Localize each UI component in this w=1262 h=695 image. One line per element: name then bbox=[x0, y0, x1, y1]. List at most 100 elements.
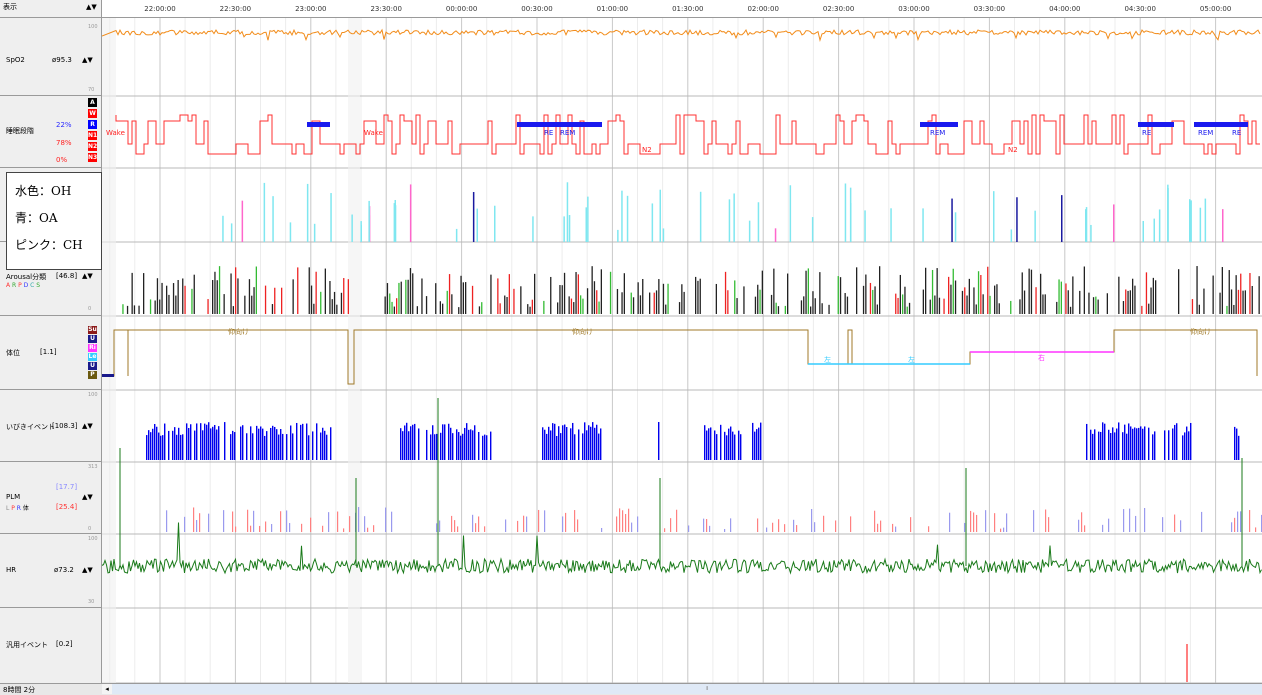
position-key-3: Le bbox=[88, 353, 97, 361]
arousal-bar bbox=[391, 301, 393, 314]
plm-bar bbox=[976, 514, 978, 532]
plm-bar bbox=[289, 523, 291, 532]
arousal-bar bbox=[177, 279, 179, 314]
arousal-bar bbox=[759, 289, 761, 314]
plm-scale-arrows[interactable]: ▲▼ bbox=[82, 493, 93, 501]
snore-event-bar bbox=[202, 430, 204, 460]
plm-value-bottom: [25.4] bbox=[56, 503, 78, 511]
scroll-thumb[interactable]: ⦀ bbox=[706, 686, 712, 692]
arousal-bar bbox=[904, 286, 906, 314]
arousal-bar bbox=[895, 293, 897, 314]
arousal-bar bbox=[961, 290, 964, 314]
plm-bar bbox=[637, 516, 639, 532]
snore-event-bar bbox=[280, 429, 282, 460]
time-tick-label: 03:00:00 bbox=[898, 5, 930, 13]
arousal-bar bbox=[223, 294, 225, 314]
respiratory-event-bar bbox=[476, 208, 478, 242]
arousal-bar bbox=[1042, 294, 1044, 314]
plm-bar bbox=[454, 520, 456, 532]
channel-sleep-stage-label[interactable]: 睡眠段階 22% 78% 0% A W R N1 N2 N3 bbox=[0, 96, 101, 168]
plm-bar bbox=[328, 512, 330, 532]
sleep-stage-pct-top: 22% bbox=[56, 121, 72, 129]
snore-event-bar bbox=[432, 425, 434, 460]
arousal-scale-arrows[interactable]: ▲▼ bbox=[82, 272, 93, 280]
snore-event-bar bbox=[412, 424, 414, 460]
snore-event-bar bbox=[436, 433, 438, 460]
arousal-bar bbox=[435, 283, 437, 314]
snore-event-bar bbox=[300, 424, 302, 460]
sleep-stage-key-a: A bbox=[88, 98, 97, 107]
arousal-bar bbox=[315, 271, 317, 314]
channel-plm-label[interactable]: 313 [17.7] PLM ▲▼ L P R 体 [25.4] 0 bbox=[0, 462, 101, 534]
plm-bar bbox=[337, 511, 339, 532]
arousal-bar bbox=[681, 284, 683, 314]
snore-event-bar bbox=[148, 430, 150, 460]
channel-position-label[interactable]: 体位 [1.1] Su U Ri Le U P bbox=[0, 316, 101, 390]
time-scrollbar[interactable]: ◂ ⦀ bbox=[102, 684, 1262, 694]
channel-snore-label[interactable]: 100 いびきイベント [108.3] ▲▼ bbox=[0, 390, 101, 462]
arousal-bar bbox=[506, 296, 508, 314]
snore-event-bar bbox=[596, 424, 598, 460]
snore-event-bar bbox=[566, 427, 568, 460]
snore-event-bar bbox=[450, 427, 452, 460]
respiratory-event-bar bbox=[954, 212, 957, 242]
arousal-bar bbox=[655, 290, 658, 314]
snore-event-bar bbox=[414, 423, 416, 460]
snore-event-bar bbox=[274, 426, 276, 460]
arousal-bar bbox=[1141, 305, 1143, 314]
snore-event-bar bbox=[152, 428, 154, 460]
arousal-bar bbox=[598, 301, 600, 314]
arousal-bar bbox=[235, 267, 237, 314]
plm-bar bbox=[994, 513, 996, 532]
snore-event-bar bbox=[1184, 432, 1186, 460]
legend-item-ch: ピンク：CH bbox=[15, 238, 83, 252]
plm-bar bbox=[778, 519, 780, 532]
hr-scale-arrows[interactable]: ▲▼ bbox=[82, 566, 93, 574]
snore-event-bar bbox=[758, 427, 760, 460]
channel-spo2-label[interactable]: 100 SpO2 ø95.3 ▲▼ 70 bbox=[0, 18, 101, 96]
snore-event-bar bbox=[286, 434, 288, 460]
channel-generic-event-label[interactable]: 汎用イベント [0.2] bbox=[0, 608, 101, 683]
snore-scale-arrows[interactable]: ▲▼ bbox=[82, 422, 93, 430]
arousal-bar bbox=[662, 283, 665, 314]
arousal-bar bbox=[230, 273, 232, 314]
arousal-bar bbox=[683, 291, 685, 314]
arousal-bar bbox=[559, 285, 561, 314]
time-axis: 22:00:00 22:30:00 23:00:00 23:30:00 00:00:00… bbox=[102, 0, 1262, 17]
respiratory-event-bar bbox=[1142, 220, 1144, 242]
plm-bar bbox=[796, 525, 798, 532]
position-annotation: 左 bbox=[908, 355, 915, 364]
plm-bar bbox=[1006, 513, 1008, 532]
respiratory-event-bar bbox=[733, 193, 735, 242]
snore-event-bar bbox=[464, 427, 466, 460]
snore-event-bar bbox=[726, 435, 728, 460]
respiratory-event-bar bbox=[241, 200, 244, 242]
sleep-stage-key-n2: N2 bbox=[88, 142, 98, 151]
plm-bar bbox=[625, 513, 627, 532]
arousal-bar bbox=[255, 266, 257, 314]
respiratory-event-bar bbox=[1085, 207, 1088, 242]
plm-bar bbox=[784, 524, 786, 532]
scroll-left-arrow-icon[interactable]: ◂ bbox=[102, 684, 112, 694]
hr-name: HR bbox=[6, 566, 17, 574]
snore-event-bar bbox=[554, 423, 556, 460]
spo2-scale-arrows[interactable]: ▲▼ bbox=[82, 56, 93, 64]
view-menu[interactable]: 表示 bbox=[3, 2, 17, 12]
arousal-bar bbox=[1152, 277, 1154, 314]
snore-event-bar bbox=[440, 432, 442, 460]
plm-bar bbox=[619, 508, 621, 532]
respiratory-event-bar bbox=[651, 203, 654, 242]
signal-plot-area[interactable]: Wake Wake RE REM N2 REM N2 RE REM RE 仰向け 仰向け左 左 右 仰向け bbox=[102, 18, 1262, 683]
arousal-bar bbox=[216, 280, 218, 314]
arousal-bar bbox=[478, 306, 481, 314]
channel-hr-label[interactable]: 100 HR ø73.2 ▲▼ 30 bbox=[0, 534, 101, 608]
time-tick-label: 03:30:00 bbox=[973, 5, 1006, 13]
position-annotation: 仰向け bbox=[572, 327, 593, 336]
position-key-0: Su bbox=[88, 326, 97, 334]
plm-bar bbox=[310, 517, 312, 532]
view-menu-arrows[interactable]: ▲▼ bbox=[86, 3, 97, 11]
arousal-bar bbox=[1060, 281, 1062, 314]
respiratory-event-bar bbox=[1034, 210, 1036, 242]
snore-event-bar bbox=[598, 433, 600, 460]
arousal-bar bbox=[1067, 290, 1069, 314]
